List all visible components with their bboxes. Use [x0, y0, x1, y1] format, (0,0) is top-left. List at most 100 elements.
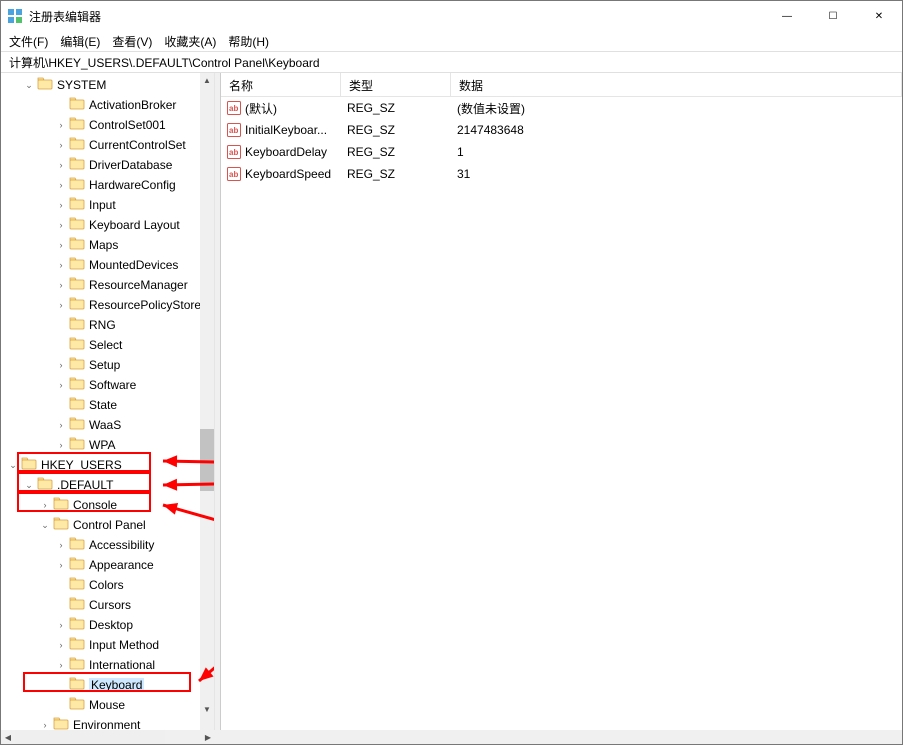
expand-icon[interactable]: › [55, 359, 67, 371]
tree-hscroll-thumb[interactable] [15, 730, 165, 744]
expand-icon[interactable]: › [55, 379, 67, 391]
list-row[interactable]: abInitialKeyboar...REG_SZ2147483648 [221, 119, 902, 141]
tree-item-international[interactable]: ›International [1, 655, 214, 675]
tree-item-state[interactable]: State [1, 395, 214, 415]
tree-item-rng[interactable]: RNG [1, 315, 214, 335]
expand-icon[interactable]: › [55, 279, 67, 291]
expand-icon[interactable]: › [55, 439, 67, 451]
menu-help[interactable]: 帮助(H) [228, 33, 269, 50]
value-data-cell: 31 [451, 167, 902, 181]
expand-icon[interactable]: › [39, 719, 51, 730]
tree-item-label: Desktop [89, 618, 133, 632]
tree-vscroll-thumb[interactable] [200, 429, 214, 491]
tree-item-resourcemanager[interactable]: ›ResourceManager [1, 275, 214, 295]
tree-item-accessibility[interactable]: › Accessibility [1, 535, 214, 555]
twisty-empty [55, 339, 67, 351]
list-row[interactable]: abKeyboardDelayREG_SZ1 [221, 141, 902, 163]
tree-item-system[interactable]: ⌄SYSTEM [1, 75, 214, 95]
tree-item-label: RNG [89, 318, 116, 332]
expand-icon[interactable]: › [55, 659, 67, 671]
svg-text:ab: ab [229, 170, 238, 179]
tree-item-input-method[interactable]: ›Input Method [1, 635, 214, 655]
collapse-icon[interactable]: ⌄ [23, 79, 35, 91]
menu-edit[interactable]: 编辑(E) [60, 33, 100, 50]
tree-item-cursors[interactable]: Cursors [1, 595, 214, 615]
expand-icon[interactable]: › [55, 159, 67, 171]
minimize-button[interactable]: — [764, 1, 810, 31]
expand-icon[interactable]: › [55, 219, 67, 231]
folder-icon [53, 517, 73, 534]
expand-icon[interactable]: › [55, 179, 67, 191]
maximize-button[interactable]: ☐ [810, 1, 856, 31]
menu-view[interactable]: 查看(V) [112, 33, 152, 50]
tree-item-control-panel[interactable]: ⌄Control Panel [1, 515, 214, 535]
tree-item-colors[interactable]: Colors [1, 575, 214, 595]
twisty-empty [55, 579, 67, 591]
expand-icon[interactable]: › [55, 539, 67, 551]
expand-icon[interactable]: › [55, 639, 67, 651]
tree-item-environment[interactable]: ›Environment [1, 715, 214, 730]
tree-item-desktop[interactable]: › Desktop [1, 615, 214, 635]
col-header-type[interactable]: 类型 [341, 73, 451, 96]
tree-item-label: Accessibility [89, 538, 154, 552]
address-bar[interactable]: 计算机\HKEY_USERS\.DEFAULT\Control Panel\Ke… [1, 51, 902, 73]
tree-item-label: ResourcePolicyStore [89, 298, 201, 312]
svg-text:ab: ab [229, 126, 238, 135]
tree-item-console[interactable]: ›Console [1, 495, 214, 515]
col-header-data[interactable]: 数据 [451, 73, 902, 96]
tree-item-hkey-users[interactable]: ⌄HKEY_USERS [1, 455, 214, 475]
tree-item-select[interactable]: Select [1, 335, 214, 355]
col-header-name[interactable]: 名称 [221, 73, 341, 96]
expand-icon[interactable]: › [55, 139, 67, 151]
folder-icon [69, 437, 89, 454]
tree-item-controlset001[interactable]: › ControlSet001 [1, 115, 214, 135]
list-row[interactable]: abKeyboardSpeedREG_SZ31 [221, 163, 902, 185]
tree-vscroll-up[interactable]: ▲ [200, 73, 214, 87]
tree-item--default[interactable]: ⌄.DEFAULT [1, 475, 214, 495]
folder-icon [69, 337, 89, 354]
tree-item-maps[interactable]: ›Maps [1, 235, 214, 255]
tree-item-wpa[interactable]: ›WPA [1, 435, 214, 455]
tree-pane[interactable]: ⌄SYSTEMActivationBroker›ControlSet001›Cu… [1, 73, 215, 730]
tree-item-setup[interactable]: ›Setup [1, 355, 214, 375]
tree-item-waas[interactable]: ›WaaS [1, 415, 214, 435]
expand-icon[interactable]: › [55, 559, 67, 571]
menu-favorites[interactable]: 收藏夹(A) [164, 33, 216, 50]
tree-item-label: ControlSet001 [89, 118, 166, 132]
collapse-icon[interactable]: ⌄ [23, 479, 35, 491]
expand-icon[interactable]: › [55, 119, 67, 131]
tree-item-activationbroker[interactable]: ActivationBroker [1, 95, 214, 115]
tree-hscroll-right[interactable]: ▶ [201, 730, 215, 744]
tree-vscroll-track[interactable] [200, 73, 214, 730]
tree-item-resourcepolicystore[interactable]: › ResourcePolicyStore [1, 295, 214, 315]
tree-item-mounteddevices[interactable]: ›MountedDevices [1, 255, 214, 275]
expand-icon[interactable]: › [55, 299, 67, 311]
expand-icon[interactable]: › [55, 259, 67, 271]
tree-hscroll[interactable]: ◀ ▶ [1, 730, 215, 744]
tree-item-currentcontrolset[interactable]: ›CurrentControlSet [1, 135, 214, 155]
folder-icon [69, 297, 89, 314]
tree-hscroll-left[interactable]: ◀ [1, 730, 15, 744]
expand-icon[interactable]: › [55, 199, 67, 211]
expand-icon[interactable]: › [55, 619, 67, 631]
collapse-icon[interactable]: ⌄ [39, 519, 51, 531]
tree-item-input[interactable]: ›Input [1, 195, 214, 215]
menu-file[interactable]: 文件(F) [9, 33, 48, 50]
tree-item-appearance[interactable]: ›Appearance [1, 555, 214, 575]
list-hscroll[interactable] [215, 730, 902, 744]
folder-icon [37, 477, 57, 494]
close-button[interactable]: ✕ [856, 1, 902, 31]
expand-icon[interactable]: › [55, 239, 67, 251]
expand-icon[interactable]: › [55, 419, 67, 431]
tree-item-keyboard-layout[interactable]: ›Keyboard Layout [1, 215, 214, 235]
list-row[interactable]: ab(默认)REG_SZ(数值未设置) [221, 97, 902, 119]
collapse-icon[interactable]: ⌄ [7, 459, 19, 471]
tree-item-mouse[interactable]: Mouse [1, 695, 214, 715]
tree-item-driverdatabase[interactable]: ›DriverDatabase [1, 155, 214, 175]
tree-item-software[interactable]: ›Software [1, 375, 214, 395]
tree-item-hardwareconfig[interactable]: ›HardwareConfig [1, 175, 214, 195]
tree-item-keyboard[interactable]: Keyboard [1, 675, 214, 695]
expand-icon[interactable]: › [39, 499, 51, 511]
titlebar[interactable]: 注册表编辑器 — ☐ ✕ [1, 1, 902, 31]
tree-vscroll-down[interactable]: ▼ [200, 702, 214, 716]
